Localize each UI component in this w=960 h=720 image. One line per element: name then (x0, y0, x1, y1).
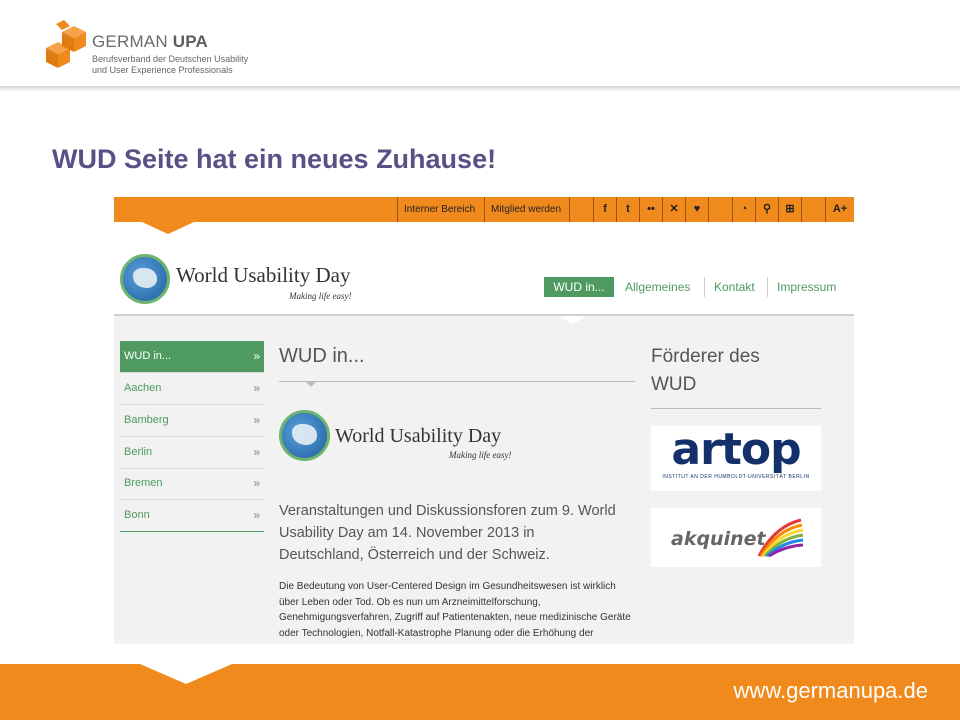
flickr-icon[interactable]: •• (639, 197, 662, 222)
slide-header: GERMAN UPA Berufsverband der Deutschen U… (0, 0, 960, 92)
internal-area-link[interactable]: Interner Bereich (397, 197, 481, 222)
globe-logo-icon (279, 410, 330, 461)
main-logo-title: World Usability Day (335, 425, 502, 447)
chevron-right-icon: » (253, 349, 260, 363)
main-heading: WUD in... (279, 345, 365, 367)
org-name: GERMAN UPA (92, 32, 208, 52)
sidebar-item-label: Bonn (124, 509, 150, 521)
sidebar-item-label: Bamberg (124, 414, 169, 426)
nav-kontakt[interactable]: Kontakt (704, 277, 755, 297)
header-shadow (0, 86, 960, 92)
nav-allgemeines[interactable]: Allgemeines (625, 277, 690, 297)
slide-title: WUD Seite hat ein neues Zuhause! (52, 144, 497, 174)
chevron-right-icon: » (253, 476, 260, 490)
globe-logo-icon (120, 254, 170, 304)
xing-icon[interactable]: ✕ (662, 197, 685, 222)
topbar-spacer (569, 197, 593, 222)
content-notch (559, 316, 587, 324)
sponsors-rule (651, 408, 821, 409)
main-logo-tagline: Making life easy! (449, 450, 512, 460)
lead-paragraph: Veranstaltungen und Diskussionsforen zum… (279, 503, 616, 563)
search-icon[interactable]: ⚲ (755, 197, 778, 222)
akquinet-swoosh-icon (757, 518, 804, 558)
sidebar-item-berlin[interactable]: Berlin » (120, 437, 264, 469)
chevron-right-icon: » (253, 413, 260, 427)
footer-notch (140, 664, 232, 684)
sidebar-item-bonn[interactable]: Bonn » (120, 500, 264, 532)
chevron-right-icon: » (253, 508, 260, 522)
chevron-right-icon: » (253, 445, 260, 459)
sidebar-item-label: Bremen (124, 477, 163, 489)
website-screenshot: Interner Bereich Mitglied werden f t •• … (114, 197, 854, 644)
sponsors-heading: Förderer des WUD (651, 346, 760, 395)
org-name-bold: UPA (172, 32, 208, 51)
body-paragraph: Die Bedeutung von User-Centered Design i… (279, 581, 631, 639)
topbar-spacer-3 (801, 197, 825, 222)
artop-subline: INSTITUT AN DER HUMBOLDT-UNIVERSITÄT BER… (662, 474, 810, 480)
akquinet-logo[interactable]: akquinet (651, 508, 821, 567)
topbar-spacer-2 (708, 197, 732, 222)
main-heading-rule (279, 381, 635, 387)
sidebar-item-aachen[interactable]: Aachen » (120, 373, 264, 405)
org-subtitle-line1: Berufsverband der Deutschen Usability (92, 54, 249, 64)
sidebar-item-label: Aachen (124, 382, 162, 394)
nav-wud-in[interactable]: WUD in... (544, 277, 614, 297)
german-upa-logo-icon (46, 20, 86, 68)
org-subtitle-line2: und User Experience Professionals (92, 65, 233, 75)
site-topbar: Interner Bereich Mitglied werden f t •• … (114, 197, 854, 234)
slide-footer: www.germanupa.de (0, 664, 960, 720)
site-logo-tagline: Making life easy! (289, 291, 352, 301)
chevron-right-icon: » (253, 381, 260, 395)
sidebar-item-label: Berlin (124, 446, 153, 458)
heart-icon[interactable]: ♥ (685, 197, 708, 222)
sidebar-item-wud-in[interactable]: WUD in... » (120, 341, 264, 373)
twitter-icon[interactable]: t (616, 197, 639, 222)
sidebar-item-bremen[interactable]: Bremen » (120, 468, 264, 500)
become-member-link[interactable]: Mitglied werden (484, 197, 567, 222)
footer-url[interactable]: www.germanupa.de (734, 678, 928, 704)
nav-impressum[interactable]: Impressum (767, 277, 836, 297)
site-header: World Usability Day Making life easy! (114, 234, 854, 316)
topbar-notch (142, 222, 194, 234)
rss-icon[interactable]: ◔ (732, 197, 755, 222)
site-logo-title[interactable]: World Usability Day (176, 263, 350, 288)
akquinet-wordmark: akquinet (671, 528, 766, 550)
font-size-icon[interactable]: A+ (825, 197, 854, 222)
facebook-icon[interactable]: f (593, 197, 616, 222)
sidebar-item-label: WUD in... (124, 350, 172, 362)
org-name-prefix: GERMAN (92, 32, 173, 51)
artop-wordmark: artop (671, 424, 801, 475)
artop-logo[interactable]: artop INSTITUT AN DER HUMBOLDT-UNIVERSIT… (651, 426, 821, 491)
sidebar-item-bamberg[interactable]: Bamberg » (120, 405, 264, 437)
sitemap-icon[interactable]: ⊞ (778, 197, 801, 222)
